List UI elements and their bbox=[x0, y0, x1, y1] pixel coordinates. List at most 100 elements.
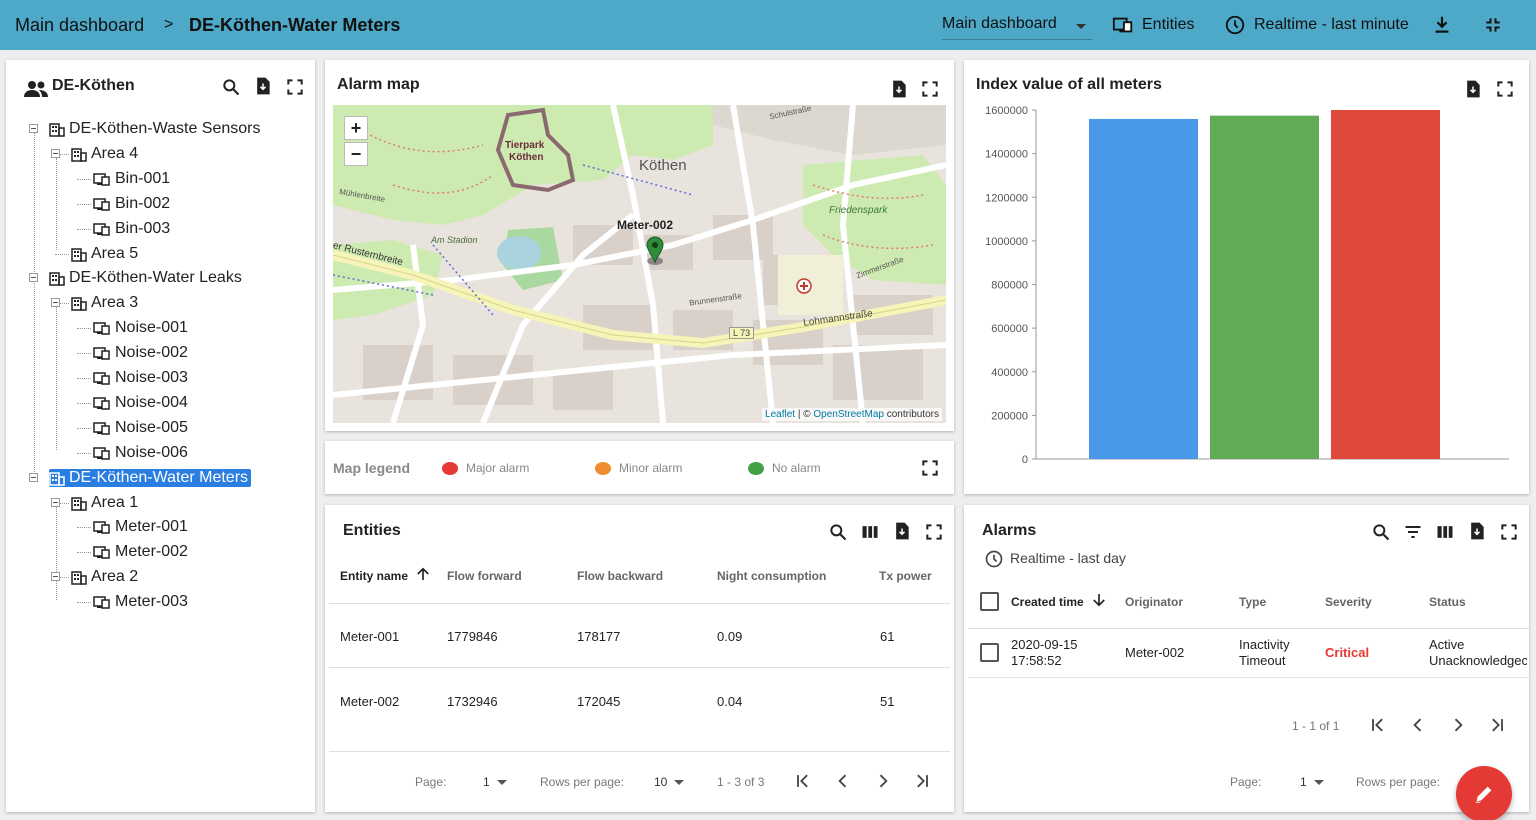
last-page-icon[interactable] bbox=[912, 771, 932, 791]
col-tx-power[interactable]: Tx power bbox=[879, 569, 932, 583]
tree-node-group[interactable]: Area 3 bbox=[71, 292, 138, 314]
col-status[interactable]: Status bbox=[1429, 595, 1466, 609]
previous-page-icon[interactable] bbox=[1408, 715, 1428, 735]
tree-node-group[interactable]: DE-Köthen-Waste Sensors bbox=[49, 118, 260, 140]
tree-node-device[interactable]: Bin-001 bbox=[93, 168, 170, 190]
col-created-time[interactable]: Created time bbox=[1011, 595, 1084, 609]
map-marker-label[interactable]: Meter-002 bbox=[617, 218, 673, 232]
last-page-icon[interactable] bbox=[1487, 715, 1507, 735]
export-icon[interactable] bbox=[253, 76, 273, 96]
col-severity[interactable]: Severity bbox=[1325, 595, 1372, 609]
tree-node-device[interactable]: Noise-003 bbox=[93, 367, 188, 389]
tree-node-device[interactable]: Meter-002 bbox=[93, 541, 188, 563]
leaflet-link[interactable]: Leaflet bbox=[765, 409, 795, 420]
first-page-icon[interactable] bbox=[1368, 715, 1388, 735]
entities-button[interactable]: Entities bbox=[1112, 14, 1194, 36]
cell-night-consumption: 0.09 bbox=[717, 629, 743, 644]
fullscreen-icon[interactable] bbox=[924, 522, 944, 542]
tree-node-device[interactable]: Bin-003 bbox=[93, 218, 170, 240]
tree-node-device[interactable]: Bin-002 bbox=[93, 193, 170, 215]
pagination-range: 1 - 3 of 3 bbox=[717, 775, 765, 789]
row-divider bbox=[329, 751, 950, 752]
tree-node-label: Meter-002 bbox=[115, 543, 188, 561]
tree-node-device[interactable]: Meter-001 bbox=[93, 516, 188, 538]
col-originator[interactable]: Originator bbox=[1125, 595, 1183, 609]
search-icon[interactable] bbox=[221, 77, 241, 97]
bar-meter-003[interactable] bbox=[1331, 110, 1440, 459]
building-icon bbox=[71, 295, 87, 312]
breadcrumb-current: DE-Köthen-Water Meters bbox=[189, 15, 401, 35]
previous-page-icon[interactable] bbox=[833, 771, 853, 791]
columns-icon[interactable] bbox=[860, 522, 880, 542]
tree-node-device[interactable]: Noise-002 bbox=[93, 342, 188, 364]
tree-connector bbox=[77, 427, 91, 429]
download-icon[interactable] bbox=[1431, 14, 1453, 36]
row-checkbox[interactable] bbox=[980, 643, 999, 662]
collapse-toggle-icon[interactable] bbox=[51, 298, 60, 308]
top-toolbar: Main dashboard > DE-Köthen-Water Meters … bbox=[0, 0, 1536, 50]
next-page-icon[interactable] bbox=[1448, 715, 1468, 735]
timewindow-label: Realtime - last minute bbox=[1254, 16, 1409, 33]
fullscreen-icon[interactable] bbox=[1499, 522, 1519, 542]
col-flow-forward[interactable]: Flow forward bbox=[447, 569, 522, 583]
zoom-in-button[interactable]: + bbox=[344, 116, 368, 140]
zoom-out-button[interactable]: − bbox=[344, 142, 368, 166]
tree-node-group[interactable]: DE-Köthen-Water Meters bbox=[49, 467, 252, 489]
col-flow-backward[interactable]: Flow backward bbox=[577, 569, 663, 583]
collapse-toggle-icon[interactable] bbox=[51, 572, 60, 582]
fullscreen-exit-icon[interactable] bbox=[1483, 15, 1503, 35]
tree-node-device[interactable]: Meter-003 bbox=[93, 591, 188, 613]
collapse-toggle-icon[interactable] bbox=[29, 273, 38, 283]
map-view[interactable]: Tierpark Köthen Köthen Meter-002 Am Stad… bbox=[333, 105, 946, 423]
filter-icon[interactable] bbox=[1403, 522, 1423, 542]
collapse-toggle-icon[interactable] bbox=[51, 497, 60, 507]
search-icon[interactable] bbox=[828, 522, 848, 542]
col-type[interactable]: Type bbox=[1239, 595, 1266, 609]
collapse-toggle-icon[interactable] bbox=[29, 124, 38, 133]
export-icon[interactable] bbox=[1467, 521, 1487, 541]
columns-icon[interactable] bbox=[1435, 522, 1455, 542]
export-icon[interactable] bbox=[889, 79, 909, 99]
breadcrumb-home[interactable]: Main dashboard bbox=[15, 15, 144, 36]
fullscreen-icon[interactable] bbox=[920, 458, 940, 478]
timewindow-button[interactable]: Realtime - last minute bbox=[1224, 14, 1409, 36]
page-select[interactable]: 1 bbox=[483, 775, 490, 789]
tree-node-device[interactable]: Noise-006 bbox=[93, 442, 188, 464]
next-page-icon[interactable] bbox=[873, 771, 893, 791]
y-tick-label: 1600000 bbox=[985, 105, 1028, 117]
first-page-icon[interactable] bbox=[793, 771, 813, 791]
select-all-checkbox[interactable] bbox=[980, 592, 999, 611]
tree-node-group[interactable]: Area 5 bbox=[71, 243, 138, 265]
fullscreen-icon[interactable] bbox=[285, 77, 305, 97]
chevron-down-icon[interactable] bbox=[674, 780, 684, 785]
tree-node-group[interactable]: Area 4 bbox=[71, 143, 138, 165]
tree-node-device[interactable]: Noise-004 bbox=[93, 392, 188, 414]
edit-fab-button[interactable] bbox=[1456, 766, 1512, 820]
collapse-toggle-icon[interactable] bbox=[29, 472, 38, 482]
export-icon[interactable] bbox=[892, 521, 912, 541]
tree-node-group[interactable]: Area 1 bbox=[71, 492, 138, 514]
chevron-down-icon[interactable] bbox=[497, 780, 507, 785]
tree-node-device[interactable]: Noise-001 bbox=[93, 317, 188, 339]
chevron-down-icon[interactable] bbox=[1314, 780, 1324, 785]
bar-meter-002[interactable] bbox=[1210, 115, 1319, 459]
device-icon bbox=[93, 370, 111, 386]
tree-node-group[interactable]: DE-Köthen-Water Leaks bbox=[49, 267, 242, 289]
tree-node-group[interactable]: Area 2 bbox=[71, 566, 138, 588]
col-night-consumption[interactable]: Night consumption bbox=[717, 569, 826, 583]
col-entity-name[interactable]: Entity name bbox=[340, 569, 408, 583]
tree-node-device[interactable]: Noise-005 bbox=[93, 417, 188, 439]
rows-per-page-select[interactable]: 10 bbox=[654, 775, 667, 789]
arrow-down-icon[interactable] bbox=[1090, 591, 1108, 609]
alarms-timewindow[interactable]: Realtime - last day bbox=[1010, 550, 1126, 566]
search-icon[interactable] bbox=[1371, 522, 1391, 542]
fullscreen-icon[interactable] bbox=[920, 79, 940, 99]
page-select[interactable]: 1 bbox=[1300, 775, 1307, 789]
arrow-up-icon[interactable] bbox=[414, 565, 432, 583]
osm-link[interactable]: OpenStreetMap bbox=[813, 409, 884, 420]
bar-meter-001[interactable] bbox=[1089, 118, 1198, 460]
map-attribution: Leaflet | © OpenStreetMap contributors bbox=[762, 408, 942, 421]
collapse-toggle-icon[interactable] bbox=[51, 148, 60, 158]
row-divider bbox=[968, 677, 1529, 678]
dashboard-select[interactable]: Main dashboard bbox=[942, 8, 1092, 40]
